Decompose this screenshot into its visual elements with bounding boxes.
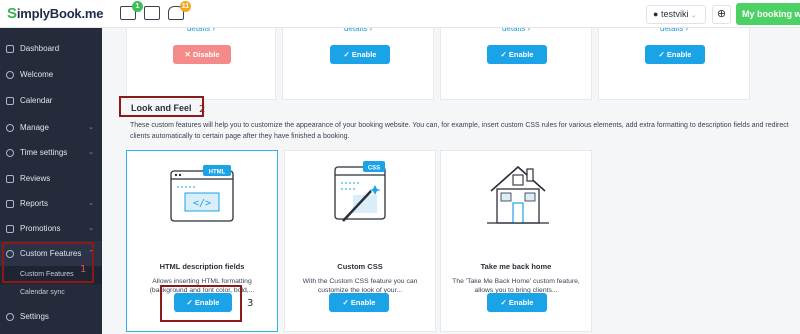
top-bar: SimplyBook.me 1 11 ● testviki ⌄ ⊕ My boo…	[0, 0, 800, 28]
bell-icon[interactable]: 11	[168, 1, 191, 20]
calendar-icon	[6, 97, 14, 105]
sidebar-subitem-calendar-sync[interactable]: Calendar sync	[0, 284, 102, 302]
sidebar-item-reports[interactable]: Reports ⌄	[0, 191, 102, 217]
enable-button-take-me-back-home[interactable]: ✓ Enable	[487, 293, 547, 312]
details-link[interactable]: details ›	[127, 28, 275, 33]
sidebar-item-label: Promotions	[20, 224, 61, 233]
enable-button-custom-css[interactable]: ✓ Enable	[329, 293, 389, 312]
annotation-number-1: 1	[80, 264, 87, 275]
gear-icon	[6, 313, 14, 321]
annotation-number-3: 3	[247, 298, 254, 309]
sidebar-item-welcome[interactable]: Welcome	[0, 62, 102, 88]
user-icon: ●	[653, 9, 661, 19]
sidebar-item-promotions[interactable]: Promotions ⌄	[0, 216, 102, 242]
annotation-box-3	[160, 285, 242, 322]
chevron-down-icon: ⌄	[88, 200, 94, 207]
chevron-down-icon: ⌄	[690, 13, 696, 19]
feature-card: details › ✓ Enable	[282, 28, 434, 100]
chart-icon	[6, 200, 14, 208]
clock-icon	[6, 149, 14, 157]
annotation-number-2: 2	[199, 104, 206, 115]
dashboard-icon	[6, 45, 14, 53]
section-description: These custom features will help you to c…	[130, 122, 789, 140]
notification-badge: 1	[132, 1, 143, 12]
house-illustration-icon	[487, 165, 549, 224]
feature-card: details › ✕ Disable	[126, 28, 276, 100]
feature-card: details › ✓ Enable	[598, 28, 750, 100]
enable-button[interactable]: ✓ Enable	[645, 45, 705, 64]
my-booking-website-button[interactable]: My booking web	[736, 3, 800, 25]
user-menu[interactable]: ● testviki ⌄	[646, 5, 706, 24]
notification-badge: 11	[180, 1, 191, 12]
css-tag-label: CSS	[368, 166, 380, 172]
annotation-box-1	[2, 242, 94, 283]
sidebar-item-time-settings[interactable]: Time settings ⌄	[0, 140, 102, 166]
chat-icon	[6, 175, 14, 183]
bulb-icon	[6, 71, 14, 79]
username: testviki	[660, 9, 689, 19]
html-tag-label: HTML	[209, 170, 226, 176]
chevron-down-icon: ⌄	[88, 124, 94, 131]
sidebar-item-label: Manage	[20, 123, 49, 132]
disable-button[interactable]: ✕ Disable	[173, 45, 231, 64]
feature-title: Take me back home	[480, 262, 552, 271]
chevron-down-icon: ⌄	[88, 225, 94, 232]
feature-title: Custom CSS	[337, 262, 383, 271]
sidebar-item-reviews[interactable]: Reviews	[0, 166, 102, 192]
mail-icon[interactable]	[144, 6, 160, 20]
globe-icon[interactable]: ⊕	[712, 5, 731, 24]
sidebar-item-label: Reviews	[20, 174, 51, 183]
enable-button[interactable]: ✓ Enable	[487, 45, 547, 64]
sidebar-item-label: Welcome	[20, 70, 54, 79]
feature-card: details › ✓ Enable	[440, 28, 592, 100]
details-link[interactable]: details ›	[441, 28, 591, 33]
sidebar-item-label: Settings	[20, 312, 49, 321]
html-illustration-icon: HTML </>	[170, 165, 234, 222]
sidebar-subitem-label: Calendar sync	[20, 289, 65, 296]
feature-title: HTML description fields	[159, 262, 245, 271]
enable-button[interactable]: ✓ Enable	[330, 45, 390, 64]
details-link[interactable]: details ›	[599, 28, 749, 33]
css-illustration-icon: CSS	[334, 161, 386, 222]
sidebar-item-label: Reports	[20, 199, 49, 208]
sidebar: Dashboard Welcome Calendar Manage ⌄ Time…	[0, 28, 102, 334]
megaphone-icon	[6, 225, 14, 233]
details-link[interactable]: details ›	[283, 28, 433, 33]
app-logo[interactable]: SimplyBook.me	[7, 5, 103, 22]
sidebar-item-label: Time settings	[20, 148, 68, 157]
sidebar-item-settings[interactable]: Settings	[0, 304, 102, 330]
main-content: details › ✕ Disable details › ✓ Enable d…	[102, 28, 800, 334]
sidebar-item-calendar[interactable]: Calendar	[0, 88, 102, 114]
sidebar-item-dashboard[interactable]: Dashboard	[0, 36, 102, 62]
svg-text:</>: </>	[193, 198, 211, 209]
sidebar-item-label: Calendar	[20, 96, 53, 105]
person-icon	[6, 124, 14, 132]
sidebar-item-manage[interactable]: Manage ⌄	[0, 115, 102, 141]
section-title: Look and Feel	[131, 103, 192, 113]
chevron-down-icon: ⌄	[88, 149, 94, 156]
sidebar-item-label: Dashboard	[20, 44, 60, 53]
list-icon[interactable]: 1	[120, 1, 143, 20]
